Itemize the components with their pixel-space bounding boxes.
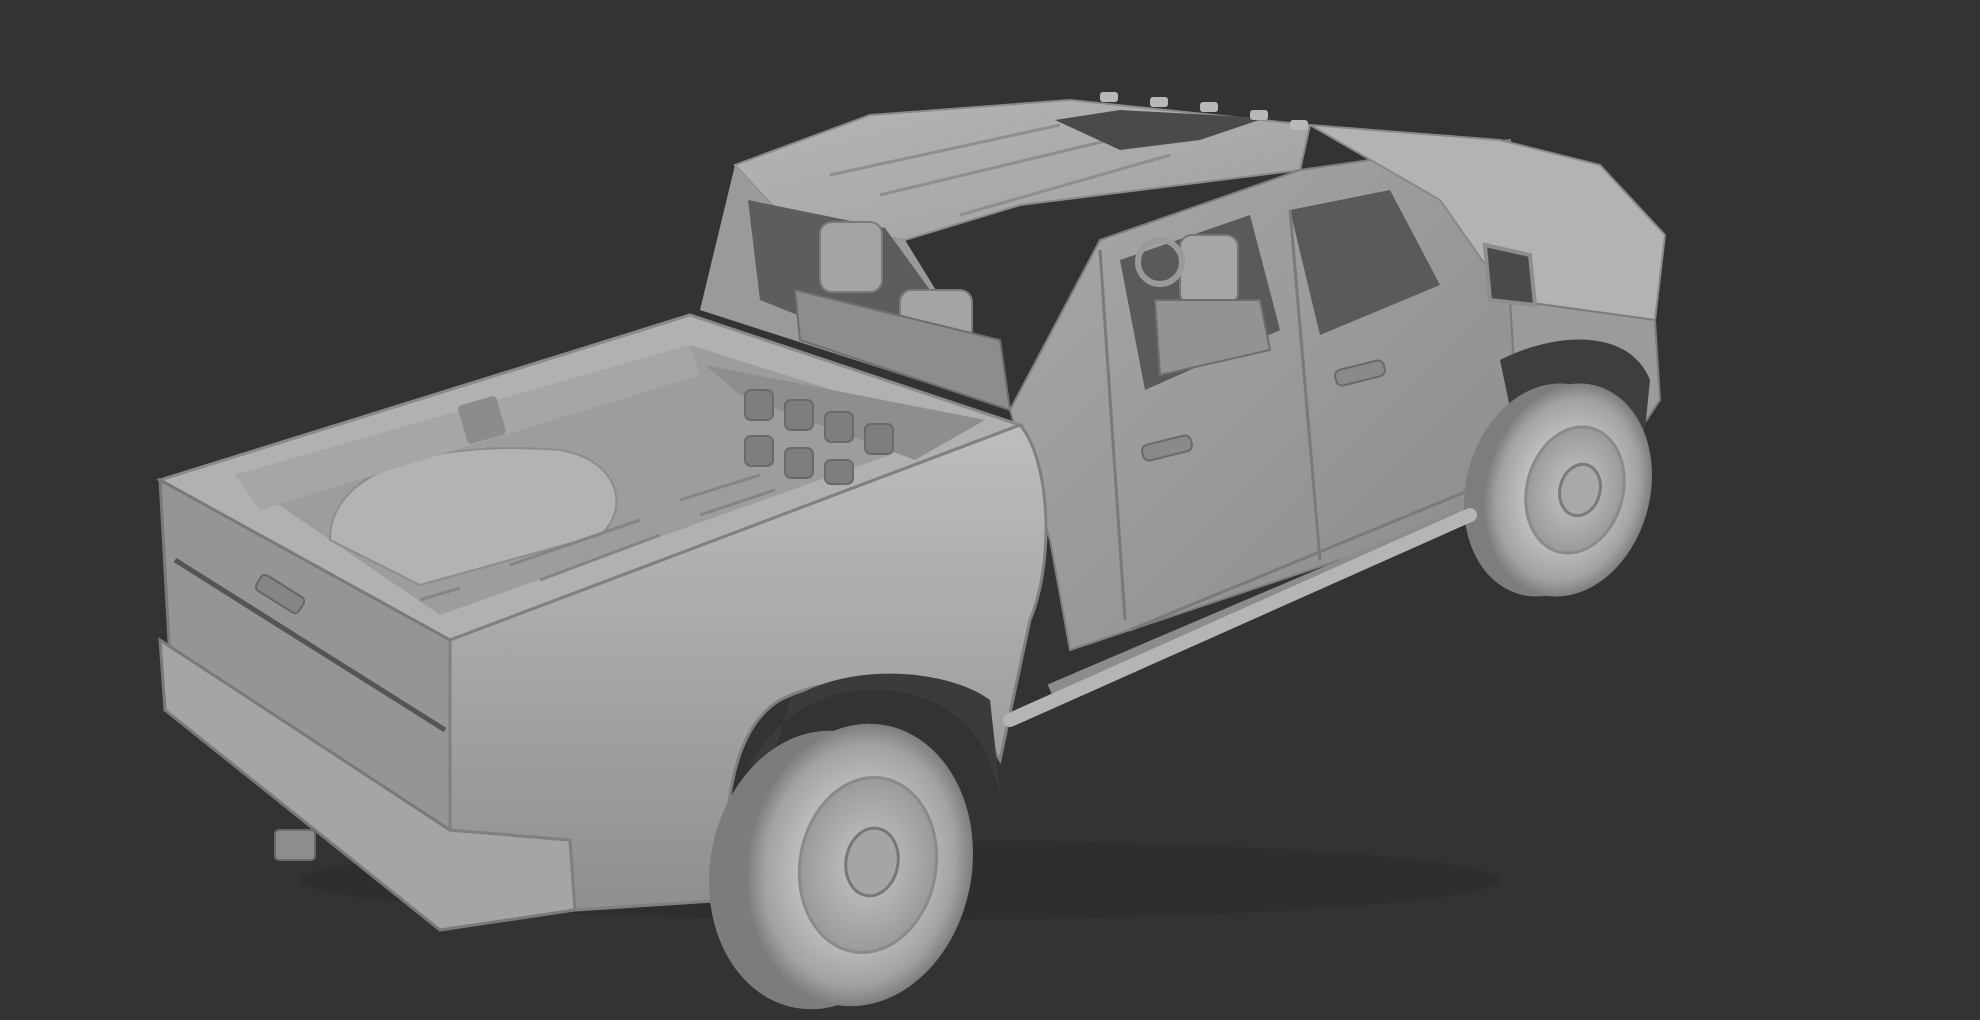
roof-marker-light (1290, 120, 1308, 130)
3d-viewport[interactable] (0, 0, 1980, 1020)
front-seat-headrest (1179, 234, 1239, 306)
rear-seat-headrest (819, 221, 883, 293)
roof-marker-light (1150, 97, 1168, 107)
roof-marker-light (1250, 110, 1268, 120)
side-mirror (1482, 242, 1538, 308)
roof-marker-light (1100, 92, 1118, 102)
roof-marker-light (1200, 102, 1218, 112)
trailer-hitch (274, 829, 316, 861)
truck-render (156, 92, 1667, 1010)
